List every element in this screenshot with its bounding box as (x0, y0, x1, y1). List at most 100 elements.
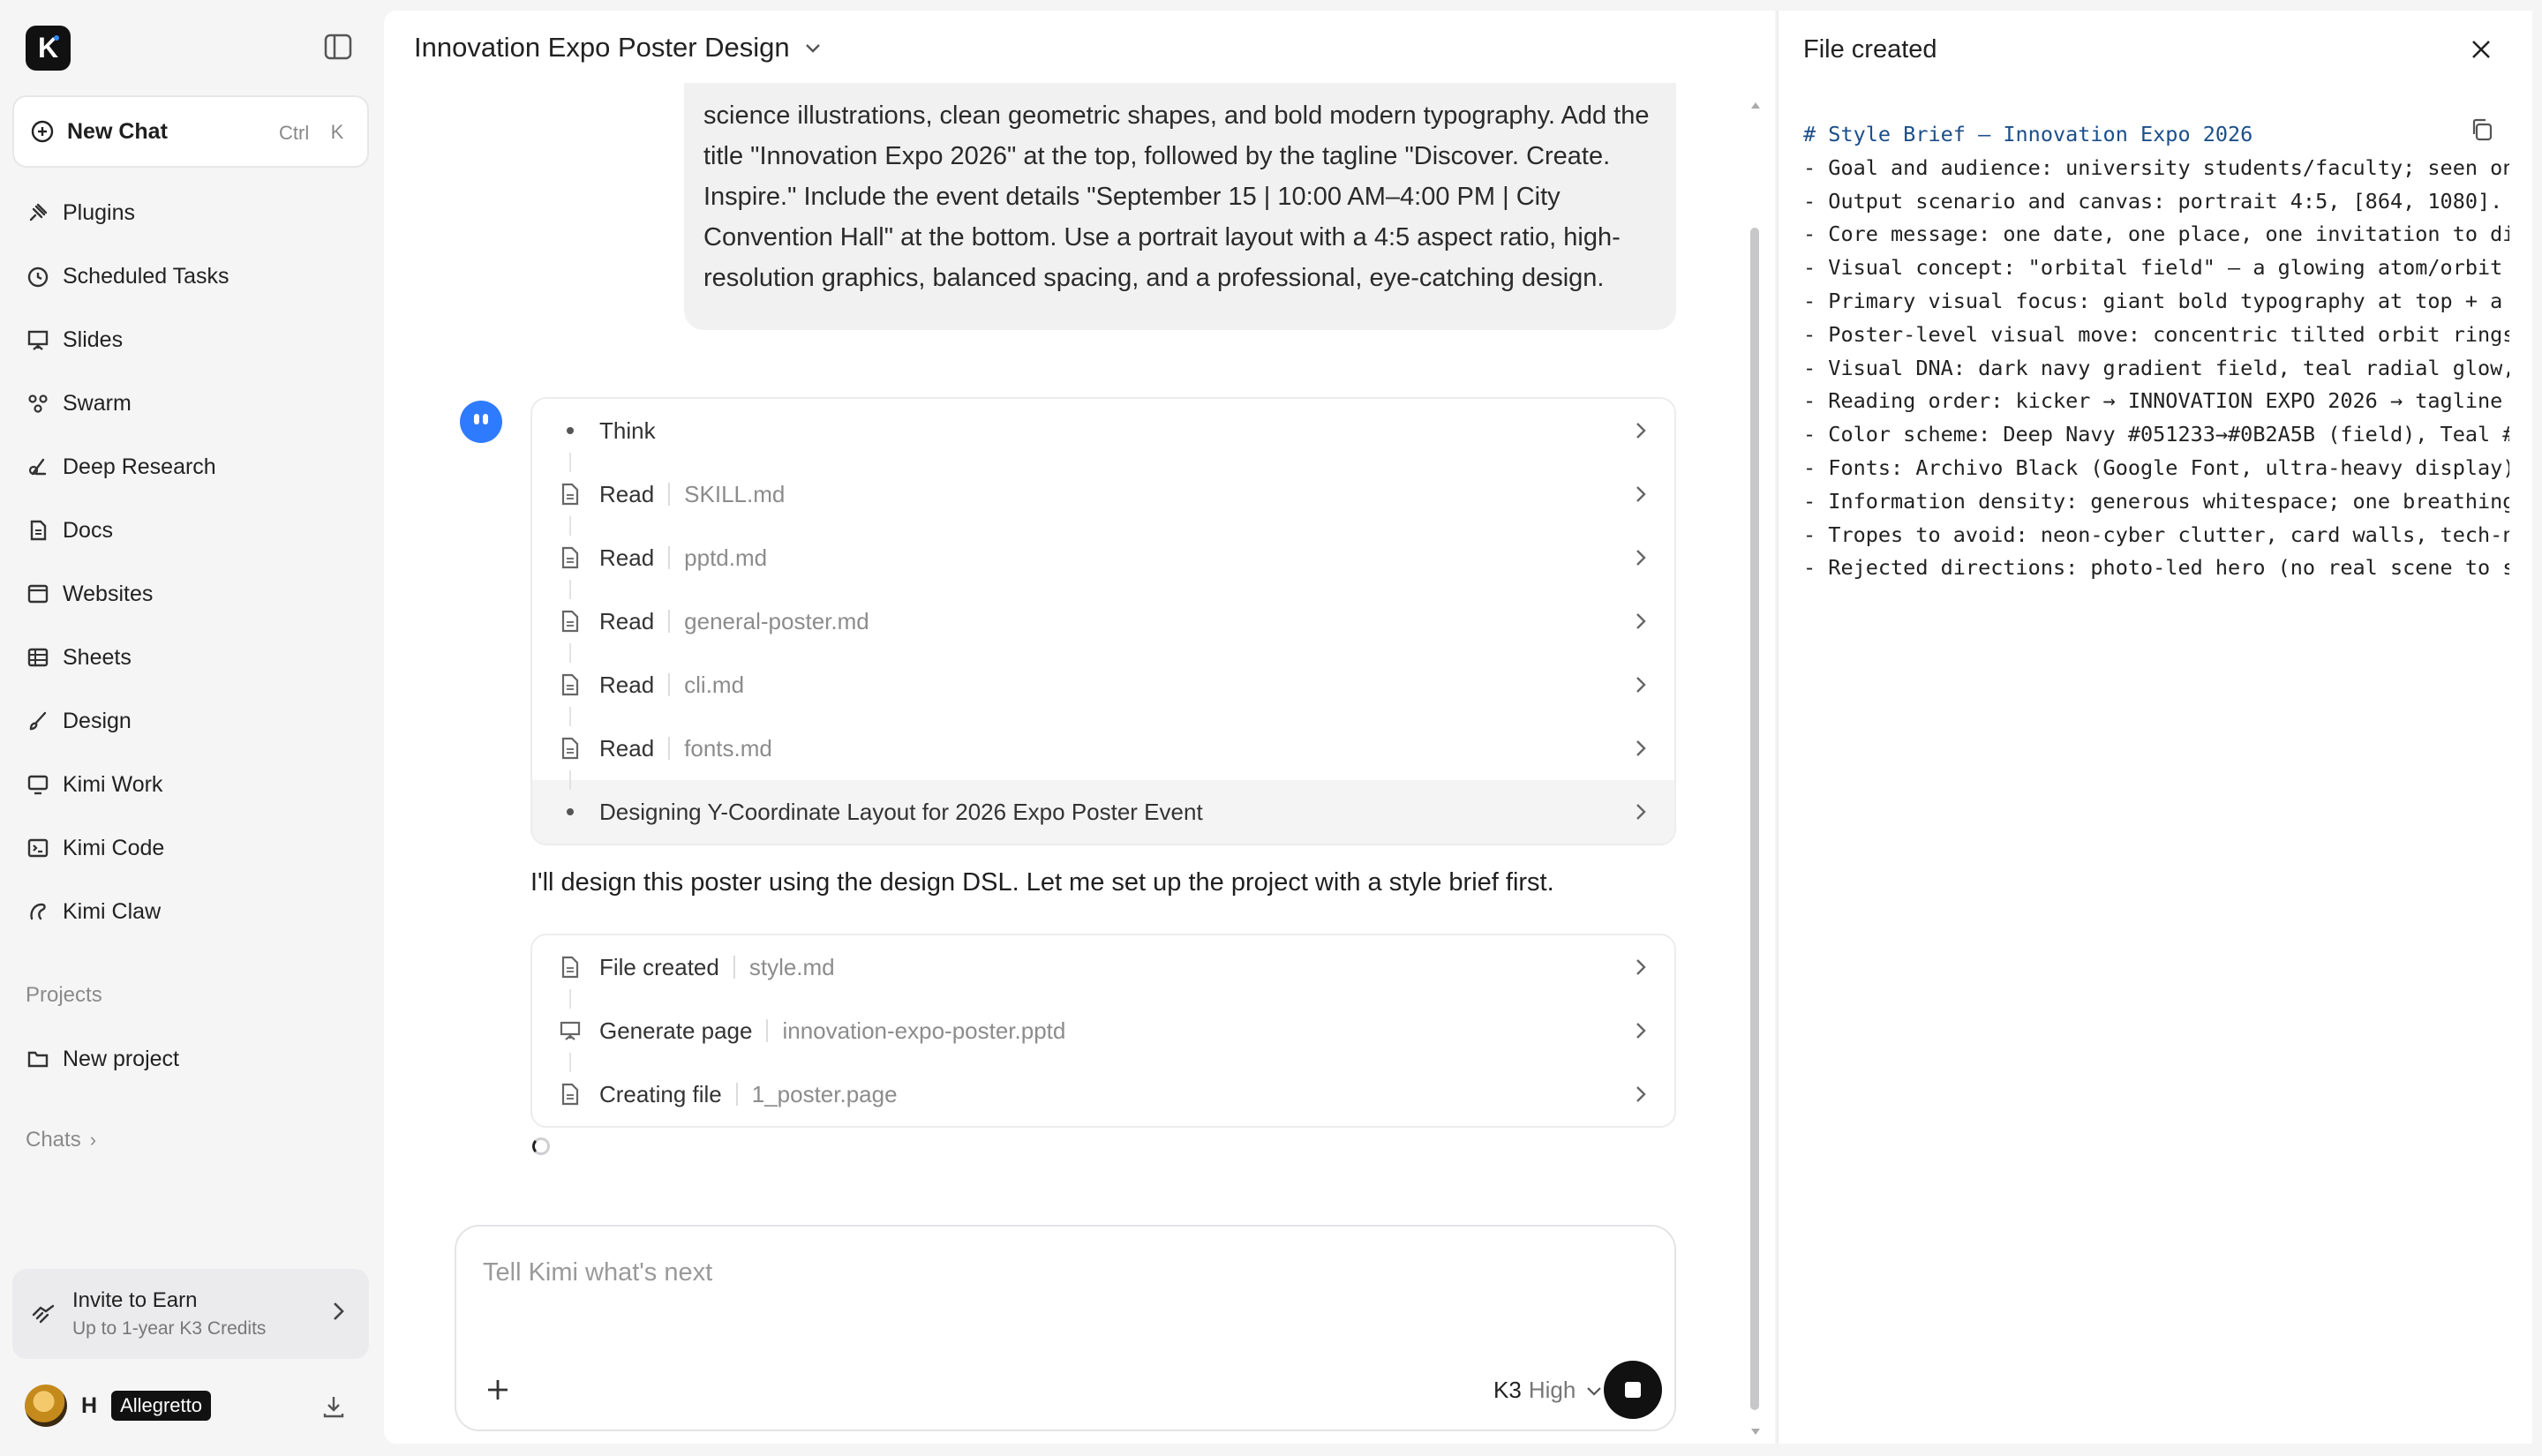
copy-icon[interactable] (2469, 116, 2495, 143)
tool-step-argument: pptd.md (684, 544, 768, 571)
chevron-right-icon (334, 1302, 344, 1320)
tool-step-row[interactable]: Read SKILL.md (532, 462, 1674, 526)
new-chat-label: New Chat (67, 118, 168, 144)
user-initial: H (81, 1392, 98, 1418)
sidebar-item-docs[interactable]: Docs (26, 513, 113, 548)
tool-steps: Think Read SKILL.md Read pptd.md Read general-… (530, 397, 1676, 845)
invite-to-earn-card[interactable]: Invite to Earn Up to 1-year K3 Credits (12, 1269, 369, 1359)
tool-step-row[interactable]: Read pptd.md (532, 526, 1674, 589)
sidebar-item-label: Design (63, 708, 132, 733)
tool-step-row[interactable]: Read cli.md (532, 653, 1674, 717)
tool-steps-2: File created style.md Generate page innovat… (530, 934, 1676, 1128)
scroll-down-arrow-icon[interactable] (1749, 1426, 1762, 1438)
add-attachment-button[interactable] (483, 1375, 513, 1405)
sidebar-item-sheets[interactable]: Sheets (26, 640, 132, 675)
sidebar-item-label: Sheets (63, 644, 132, 670)
message-input[interactable] (483, 1251, 1630, 1294)
download-icon[interactable] (320, 1392, 348, 1421)
divider (735, 1083, 738, 1106)
divider (668, 483, 671, 506)
kimi-logo[interactable]: K (26, 26, 71, 71)
model-name: K3 (1493, 1377, 1522, 1403)
new-project-button[interactable]: New project (26, 1041, 179, 1077)
file-icon (561, 483, 579, 506)
tool-step-action: Read (599, 671, 655, 698)
divider (733, 956, 735, 979)
message-composer: K3 High (455, 1225, 1676, 1431)
model-selector[interactable]: K3 High (1493, 1377, 1604, 1404)
browser-icon (27, 584, 49, 604)
tool-step-row[interactable]: Designing Y-Coordinate Layout for 2026 E… (532, 780, 1674, 844)
file-content: # Style Brief — Innovation Expo 2026 - Go… (1803, 118, 2509, 585)
stop-icon (1625, 1382, 1641, 1398)
loading-spinner (532, 1137, 550, 1155)
chat-title-dropdown[interactable]: Innovation Expo Poster Design (414, 32, 824, 64)
new-chat-button[interactable]: New Chat Ctrl K (12, 95, 369, 168)
tool-step-row[interactable]: Generate page innovation-expo-poster.pptd (532, 999, 1674, 1062)
code-line: - Poster-level visual move: concentric t… (1803, 321, 2509, 347)
user-profile[interactable]: H Allegretto (25, 1384, 212, 1428)
step-connector (569, 989, 571, 1009)
file-icon (561, 737, 579, 760)
tool-step-row[interactable]: Read general-poster.md (532, 589, 1674, 653)
code-line: - Output scenario and canvas: portrait 4… (1803, 188, 2503, 214)
tool-step-argument: SKILL.md (684, 480, 786, 507)
tool-step-action: Read (599, 734, 655, 762)
shortcut-ctrl: Ctrl (279, 122, 310, 144)
sidebar-item-websites[interactable]: Websites (26, 576, 153, 612)
claw-icon (30, 903, 46, 920)
sidebar-item-kimi-code[interactable]: Kimi Code (26, 830, 164, 866)
sidebar-item-label: Websites (63, 581, 154, 606)
chevron-right-icon (1636, 423, 1646, 439)
model-mode: High (1528, 1377, 1576, 1403)
document-icon (30, 520, 47, 541)
sidebar-item-slides[interactable]: Slides (26, 322, 123, 357)
sidebar-item-swarm[interactable]: Swarm (26, 386, 132, 421)
tool-step-action: Designing Y-Coordinate Layout for 2026 E… (599, 798, 1203, 825)
tool-step-action: Creating file (599, 1080, 722, 1107)
presentation-icon (560, 1021, 581, 1040)
tool-step-row[interactable]: Think (532, 399, 1674, 462)
sidebar-toggle-icon[interactable] (324, 34, 352, 60)
chats-section-toggle[interactable]: Chats › (26, 1128, 96, 1152)
page-title: Innovation Expo Poster Design (414, 32, 790, 63)
file-panel-title: File created (1803, 35, 1937, 64)
clock-icon (27, 266, 49, 288)
tool-step-row[interactable]: File created style.md (532, 935, 1674, 999)
chevron-down-icon (805, 44, 820, 53)
chevron-down-icon (1587, 1386, 1602, 1396)
stop-button[interactable] (1604, 1361, 1662, 1419)
sidebar-item-kimi-claw[interactable]: Kimi Claw (26, 894, 161, 929)
file-icon (561, 673, 579, 696)
tool-step-action: Read (599, 544, 655, 571)
sidebar-item-deep-research[interactable]: Deep Research (26, 449, 216, 484)
divider (668, 610, 671, 633)
step-connector (569, 453, 571, 472)
code-line: - Fonts: Archivo Black (Google Font, ult… (1803, 454, 2509, 480)
handshake-icon (32, 1304, 55, 1324)
sidebar-item-label: Docs (63, 517, 113, 543)
invite-title: Invite to Earn (72, 1288, 198, 1312)
sidebar-item-kimi-work[interactable]: Kimi Work (26, 767, 162, 802)
step-connector (569, 516, 571, 536)
chevron-right-icon (1636, 613, 1646, 629)
scroll-up-arrow-icon[interactable] (1749, 99, 1762, 111)
tool-step-row[interactable]: Read fonts.md (532, 717, 1674, 780)
code-line: - Core message: one date, one place, one… (1803, 221, 2509, 247)
sidebar-item-scheduled-tasks[interactable]: Scheduled Tasks (26, 259, 229, 294)
close-icon[interactable] (2467, 35, 2495, 64)
tool-step-action: Read (599, 607, 655, 634)
code-line: - Visual concept: "orbital field" — a gl… (1803, 255, 2509, 281)
kimi-avatar (460, 401, 502, 443)
sidebar-item-design[interactable]: Design (26, 703, 132, 739)
sidebar-item-plugins[interactable]: Plugins (26, 195, 135, 230)
terminal-icon (27, 838, 49, 858)
chevron-right-icon (1636, 959, 1646, 975)
tool-step-row[interactable]: Creating file 1_poster.page (532, 1062, 1674, 1126)
file-icon (561, 610, 579, 633)
presentation-icon (27, 330, 49, 350)
shortcut-key: K (330, 121, 344, 143)
scrollbar[interactable] (1750, 228, 1759, 1410)
step-connector (569, 643, 571, 663)
tool-step-argument: cli.md (684, 671, 745, 698)
